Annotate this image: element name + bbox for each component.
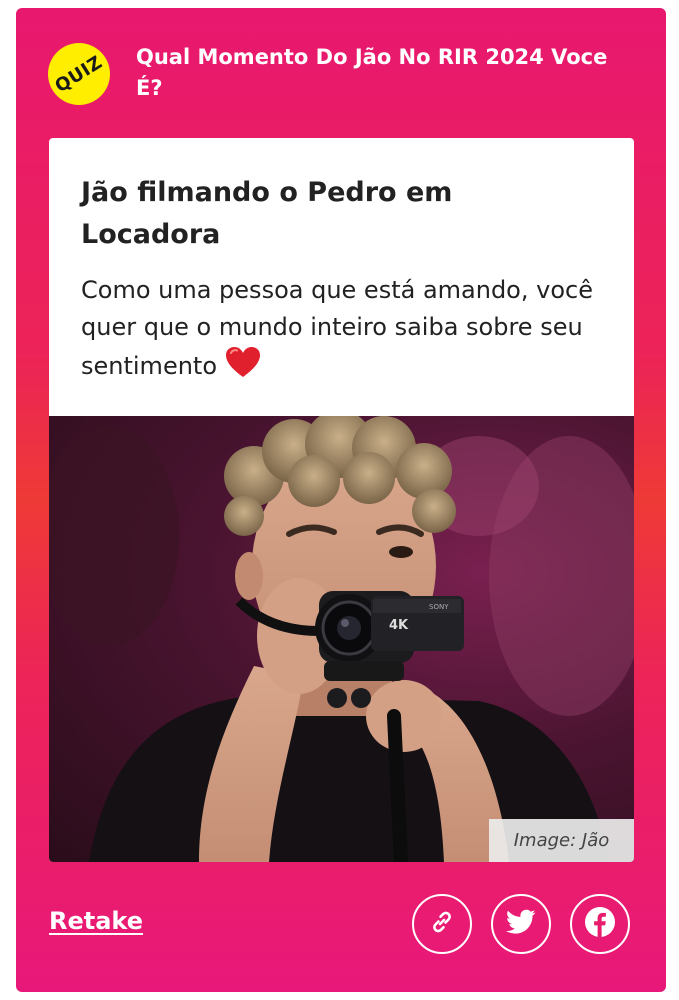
result-image-illustration: SONY 4K	[49, 416, 634, 862]
heart-icon	[225, 346, 261, 389]
share-link-button[interactable]	[412, 894, 472, 954]
share-facebook-button[interactable]	[570, 894, 630, 954]
quiz-badge-label: QUIZ	[51, 51, 107, 97]
result-description: Como uma pessoa que está amando, você qu…	[81, 272, 621, 389]
twitter-icon	[506, 909, 536, 939]
quiz-result-card: QUIZ Qual Momento Do Jão No RIR 2024 Voc…	[16, 8, 666, 992]
link-icon	[428, 908, 456, 940]
result-image: SONY 4K Image: Jão	[49, 416, 634, 862]
result-title: Jão filmando o Pedro em Locadora	[81, 177, 453, 250]
retake-link[interactable]: Retake	[49, 907, 143, 935]
quiz-title[interactable]: Qual Momento Do Jão No RIR 2024 Voce É?	[136, 42, 636, 104]
image-credit: Image: Jão	[489, 819, 634, 862]
facebook-icon	[584, 906, 616, 942]
quiz-header: QUIZ Qual Momento Do Jão No RIR 2024 Voc…	[16, 8, 666, 136]
quiz-badge: QUIZ	[48, 43, 110, 105]
camera-brand: SONY	[429, 603, 449, 611]
camera-4k-badge: 4K	[389, 618, 409, 633]
result-description-text: Como uma pessoa que está amando, você qu…	[81, 276, 593, 380]
result-panel: Jão filmando o Pedro em Locadora Como um…	[49, 138, 634, 862]
share-twitter-button[interactable]	[491, 894, 551, 954]
